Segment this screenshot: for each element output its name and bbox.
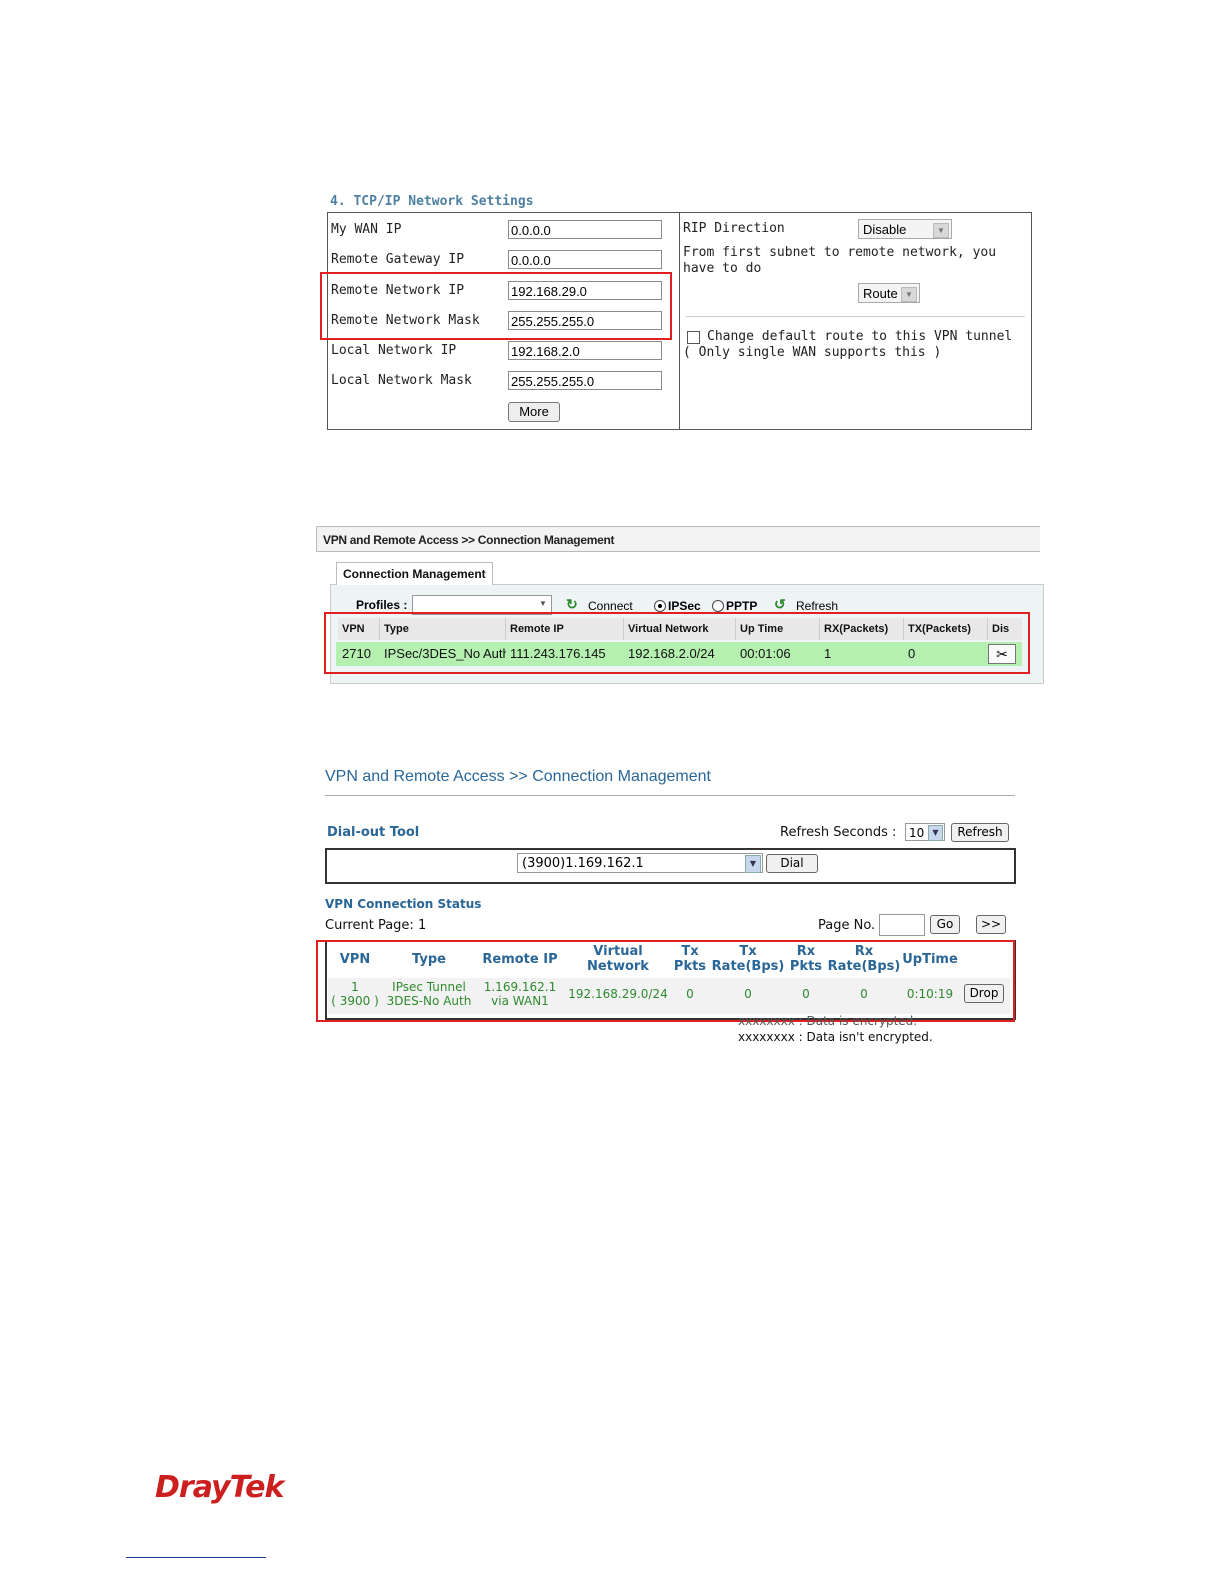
title-rule: [325, 795, 1015, 796]
go-button[interactable]: Go: [930, 915, 960, 934]
dial-button[interactable]: Dial: [766, 854, 818, 873]
tcpip-settings-panel: 4. TCP/IP Network Settings My WAN IP 0.0…: [320, 190, 1036, 438]
label-local-network-mask: Local Network Mask: [331, 373, 472, 388]
ipsec-label: IPSec: [668, 599, 701, 613]
refresh-seconds-value: 10: [909, 826, 925, 840]
page-header: VPN and Remote Access >> Connection Mana…: [316, 526, 1040, 552]
next-page-button[interactable]: >>: [976, 915, 1006, 934]
my-wan-ip-input[interactable]: 0.0.0.0: [508, 220, 662, 239]
local-network-ip-input[interactable]: 192.168.2.0: [508, 341, 662, 360]
page-no-label: Page No.: [818, 918, 876, 933]
separator: [686, 316, 1025, 317]
current-page: Current Page: 1: [325, 918, 427, 933]
profiles-label: Profiles :: [356, 598, 408, 612]
rip-direction-value: Disable: [863, 222, 907, 237]
legend-unencrypted: xxxxxxxx : Data isn't encrypted.: [738, 1030, 933, 1044]
local-network-mask-input[interactable]: 255.255.255.0: [508, 371, 662, 390]
label-local-network-ip: Local Network IP: [331, 343, 457, 358]
label-remote-gateway-ip: Remote Gateway IP: [331, 252, 465, 267]
refresh-icon: ↺: [774, 596, 786, 612]
profile-select[interactable]: (3900)1.169.162.1 ▼: [517, 853, 763, 873]
legacy-connection-management: VPN and Remote Access >> Connection Mana…: [316, 526, 1044, 684]
pptp-radio[interactable]: [712, 600, 724, 612]
page-title: VPN and Remote Access >> Connection Mana…: [325, 768, 711, 785]
column-divider: [679, 213, 680, 429]
rip-direction-select[interactable]: Disable ▼: [858, 219, 952, 239]
subnet-instruction: From first subnet to remote network, you…: [683, 245, 997, 276]
footer-rule: [126, 1557, 266, 1558]
refresh-seconds-select[interactable]: 10 ▼: [905, 823, 945, 841]
modern-connection-management: VPN and Remote Access >> Connection Mana…: [316, 760, 1020, 1050]
refresh-button[interactable]: Refresh: [796, 599, 838, 613]
route-select[interactable]: Route ▼: [858, 283, 920, 303]
remote-gateway-ip-input[interactable]: 0.0.0.0: [508, 250, 662, 269]
vpn-status-label: VPN Connection Status: [325, 897, 482, 911]
page-no-input[interactable]: [879, 914, 925, 936]
default-route-text: Change default route to this VPN tunnel …: [683, 329, 1013, 360]
pptp-label: PPTP: [726, 599, 758, 613]
refresh-button[interactable]: Refresh: [951, 823, 1009, 842]
tab-connection-management[interactable]: Connection Management: [336, 562, 493, 585]
highlight-remote-network: [320, 272, 672, 340]
chevron-down-icon: ▼: [901, 287, 917, 302]
rip-direction-label: RIP Direction: [683, 221, 785, 236]
chevron-down-icon: ▼: [539, 599, 547, 608]
section-title: 4. TCP/IP Network Settings: [330, 194, 534, 209]
radio-dot: [658, 604, 662, 608]
connect-button[interactable]: Connect: [588, 599, 633, 613]
refresh-seconds-label: Refresh Seconds :: [780, 825, 897, 840]
chevron-down-icon: ▼: [933, 223, 949, 238]
highlight-status-table: [316, 940, 1015, 1022]
label-my-wan-ip: My WAN IP: [331, 222, 402, 237]
route-value: Route: [863, 286, 898, 301]
profile-value: (3900)1.169.162.1: [522, 856, 644, 871]
dialout-tool-label: Dial-out Tool: [327, 825, 420, 840]
ipsec-radio[interactable]: [654, 600, 666, 612]
connect-icon: ↻: [566, 596, 578, 612]
draytek-logo: DrayTek: [155, 1470, 284, 1505]
chevron-down-icon: ▼: [928, 825, 943, 841]
more-button[interactable]: More: [508, 402, 560, 422]
chevron-down-icon: ▼: [745, 855, 761, 873]
legend-encrypted: xxxxxxxx : Data is encrypted.: [738, 1014, 918, 1028]
highlight-connection-row: [324, 612, 1030, 674]
